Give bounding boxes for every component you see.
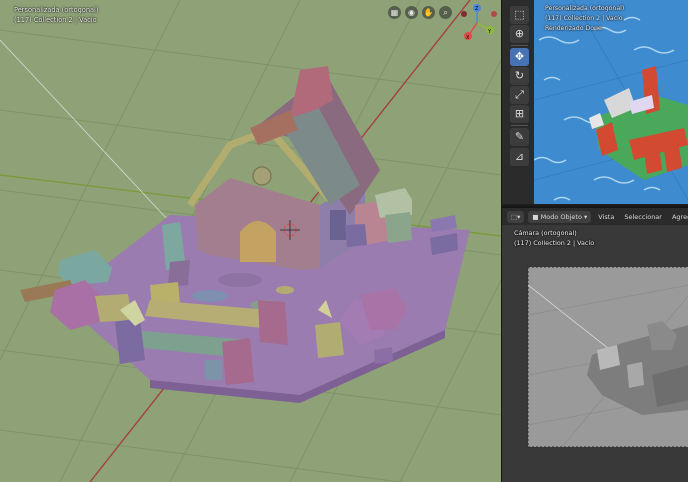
red-post bbox=[664, 146, 682, 172]
zoom-icon[interactable]: ⌕ bbox=[439, 6, 452, 19]
menu-view[interactable]: Vista bbox=[595, 211, 617, 223]
camera-viewport[interactable]: Cámara (ortogonal) (117) Collection 2 | … bbox=[502, 225, 688, 482]
round-window[interactable] bbox=[252, 166, 272, 186]
fence-post[interactable] bbox=[258, 300, 288, 345]
fence-post[interactable] bbox=[222, 338, 254, 385]
tool-shelf: ⬚ ⊕ ✥ ↻ ⤢ ⊞ ✎ ⊿ bbox=[501, 0, 534, 204]
camera-view-label: Cámara (ortogonal) bbox=[514, 229, 577, 237]
camera-editor: ⬚▾ ■ Modo Objeto ▾ Vista Seleccionar Agr… bbox=[501, 206, 688, 482]
scene-render[interactable] bbox=[0, 0, 501, 482]
neg-x-handle[interactable] bbox=[461, 11, 467, 17]
x-axis-label: X bbox=[466, 35, 470, 41]
menu-add[interactable]: Agregar bbox=[669, 211, 688, 223]
mode-selector[interactable]: ■ Modo Objeto ▾ bbox=[528, 210, 592, 223]
red-post bbox=[644, 146, 662, 174]
house-door[interactable] bbox=[240, 221, 276, 262]
small-block[interactable] bbox=[374, 347, 393, 364]
fence-post[interactable] bbox=[115, 318, 145, 364]
collection-label: (117) Collection 2 | Vacío bbox=[14, 16, 97, 24]
hand-icon[interactable]: ✋ bbox=[422, 6, 435, 19]
editor-type-button[interactable]: ⬚▾ bbox=[507, 210, 525, 223]
tool-separator bbox=[511, 45, 528, 46]
select-box-icon[interactable]: ⬚ bbox=[510, 6, 529, 24]
move-icon[interactable]: ✥ bbox=[510, 48, 529, 66]
stepping-stone[interactable] bbox=[218, 273, 262, 287]
cursor-icon[interactable]: ⊕ bbox=[510, 25, 529, 43]
camera-collection-label: (117) Collection 2 | Vacío bbox=[514, 239, 595, 247]
scene-block bbox=[627, 362, 644, 388]
view-mode-label: Personalizada (ortogonal) bbox=[14, 6, 99, 14]
render-view-label: Personalizada (ortogonal) bbox=[545, 5, 625, 12]
crate[interactable] bbox=[315, 322, 344, 358]
main-3d-viewport[interactable]: Personalizada (ortogonal) (117) Collecti… bbox=[0, 0, 501, 482]
tool-separator bbox=[511, 125, 528, 126]
camera-icon[interactable]: ◉ bbox=[405, 6, 418, 19]
stepping-stone[interactable] bbox=[192, 290, 228, 302]
z-axis-label: Z bbox=[475, 6, 479, 12]
rotate-icon[interactable]: ↻ bbox=[510, 67, 529, 85]
menu-select[interactable]: Seleccionar bbox=[621, 211, 665, 223]
render-status-label: Renderizado Done bbox=[545, 25, 602, 32]
scale-icon[interactable]: ⤢ bbox=[510, 86, 529, 104]
transform-icon[interactable]: ⊞ bbox=[510, 105, 529, 123]
axis-gizmo[interactable]: Y X Z bbox=[456, 2, 498, 44]
rock[interactable] bbox=[58, 250, 112, 285]
measure-icon[interactable]: ⊿ bbox=[510, 148, 529, 166]
grid-icon[interactable]: ▦ bbox=[388, 6, 401, 19]
annotate-icon[interactable]: ✎ bbox=[510, 128, 529, 146]
mode-label: Modo Objeto bbox=[540, 212, 582, 221]
crate[interactable] bbox=[345, 224, 367, 247]
render-collection-label: (117) Collection 2 | Vacío bbox=[545, 15, 623, 22]
side-window[interactable] bbox=[330, 210, 346, 240]
neg-y-handle[interactable] bbox=[491, 11, 497, 17]
editor-header: ⬚▾ ■ Modo Objeto ▾ Vista Seleccionar Agr… bbox=[502, 208, 688, 225]
stepping-stone[interactable] bbox=[276, 286, 294, 294]
render-preview-viewport[interactable]: Personalizada (ortogonal) (117) Collecti… bbox=[534, 0, 688, 204]
camera-scene bbox=[502, 225, 688, 482]
small-block[interactable] bbox=[205, 360, 222, 380]
crate[interactable] bbox=[385, 212, 412, 243]
